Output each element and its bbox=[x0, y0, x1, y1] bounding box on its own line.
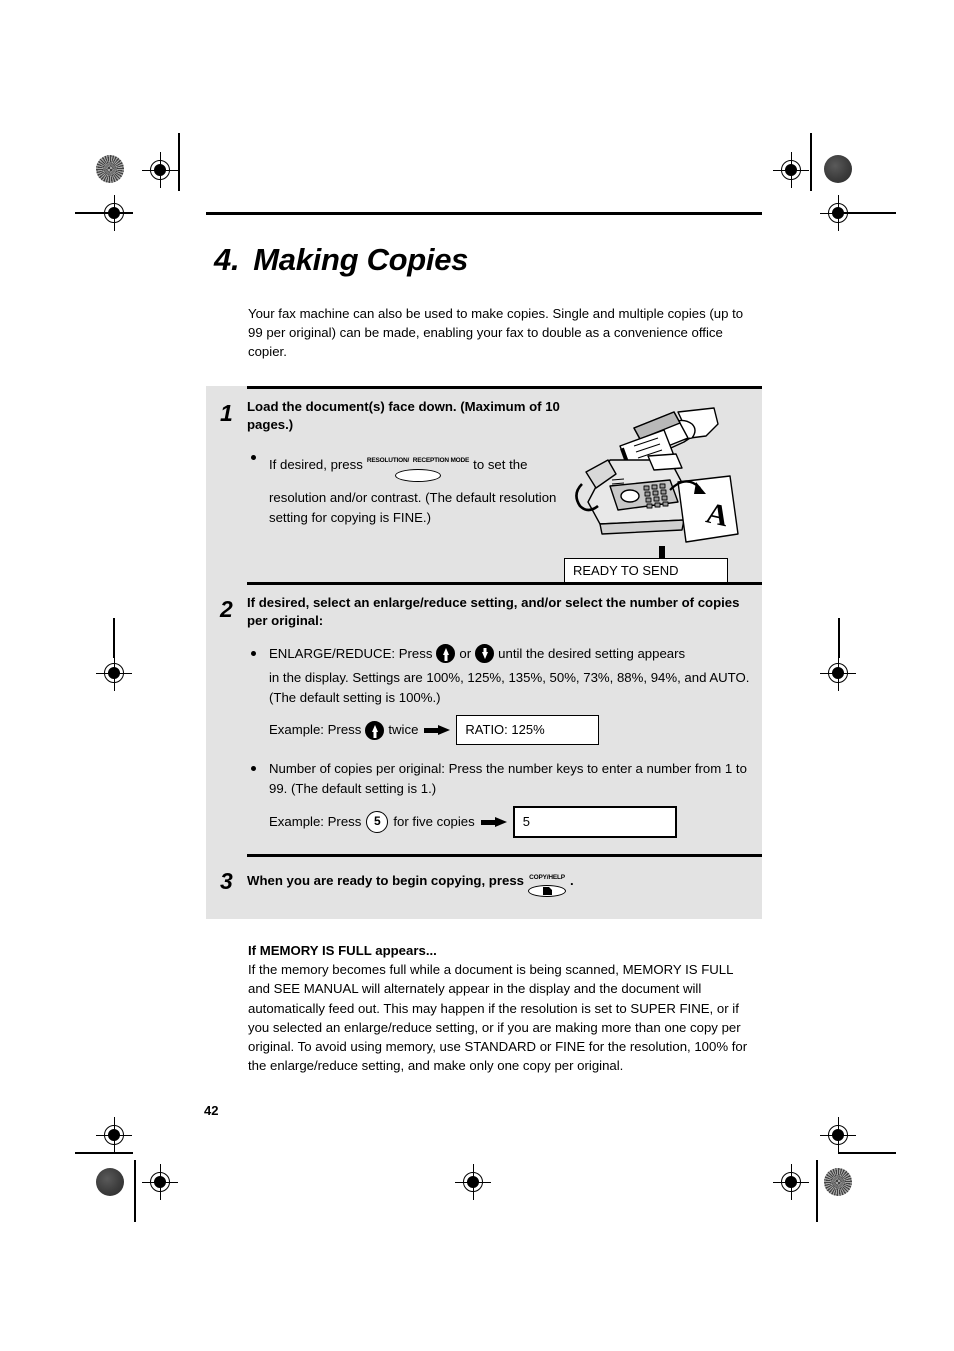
bullet-dot bbox=[251, 650, 256, 656]
halftone-circle-mark bbox=[824, 155, 852, 183]
crosshair-mark bbox=[773, 1164, 809, 1200]
header-rule bbox=[206, 212, 762, 215]
enlarge-reduce-or: or bbox=[459, 645, 472, 661]
resolution-key-label-line1: RESOLUTION/ bbox=[366, 456, 410, 464]
intro-paragraph: Your fax machine can also be used to mak… bbox=[248, 306, 744, 360]
example-copies-row: Example: Press 5 for five copies 5 bbox=[269, 806, 752, 838]
resolution-reception-mode-key[interactable]: RESOLUTION/ RECEPTION MODE bbox=[367, 448, 469, 482]
crosshair-mark bbox=[773, 152, 809, 188]
memory-full-heading: If MEMORY IS FULL appears... bbox=[248, 943, 437, 959]
arrow-right-icon bbox=[424, 724, 451, 736]
crosshair-mark bbox=[820, 1117, 856, 1153]
step-3-title-before: When you are ready to begin copying, pre… bbox=[247, 873, 524, 889]
display-ratio: RATIO: 125% bbox=[456, 715, 600, 745]
halftone-circle-mark bbox=[96, 1168, 124, 1196]
arrow-down-key[interactable] bbox=[475, 644, 495, 664]
fax-loading-illustration: A READY TO SEND bbox=[564, 394, 758, 584]
chapter-number: 4. bbox=[214, 242, 240, 277]
fax-machine-drawing: A bbox=[575, 406, 739, 580]
crosshair-mark bbox=[455, 1164, 491, 1200]
memory-full-body: If the memory becomes full while a docum… bbox=[248, 962, 748, 1073]
halftone-circle-mark bbox=[96, 155, 124, 183]
step-2-bullet-enlarge-reduce: ENLARGE/REDUCE: Press or until the desir… bbox=[247, 644, 752, 745]
chapter-title: Making Copies bbox=[253, 242, 469, 277]
trim-line bbox=[816, 1160, 818, 1222]
copy-help-key[interactable]: COPY/HELP bbox=[528, 866, 566, 898]
step-2: 2 If desired, select an enlarge/reduce s… bbox=[206, 581, 762, 854]
trim-line bbox=[75, 1152, 133, 1154]
step-3-divider bbox=[247, 853, 762, 857]
step-1-number: 1 bbox=[220, 399, 233, 426]
example-ratio-row: Example: Press twice RATIO: 125% bbox=[269, 715, 752, 745]
example1-suffix: twice bbox=[388, 722, 419, 738]
trim-line bbox=[838, 618, 840, 658]
trim-line bbox=[75, 212, 133, 214]
enlarge-reduce-text-b: until the desired setting appears bbox=[498, 645, 686, 661]
bullet-dot bbox=[251, 765, 256, 771]
step-1-bullet-after: to set the bbox=[473, 456, 528, 472]
step-1: 1 Load the document(s) face down. (Maxim… bbox=[206, 386, 762, 584]
step-1-title: Load the document(s) face down. (Maximum… bbox=[247, 398, 560, 432]
document-icon bbox=[542, 887, 552, 896]
halftone-circle-mark bbox=[824, 1168, 852, 1196]
step-1-bullet-rest: resolution and/or contrast. (The default… bbox=[269, 489, 557, 525]
step-2-number: 2 bbox=[220, 595, 233, 622]
trim-line bbox=[178, 133, 180, 191]
step-3: 3 When you are ready to begin copying, p… bbox=[206, 853, 762, 919]
copy-help-key-cap[interactable] bbox=[528, 885, 566, 898]
trim-line bbox=[810, 133, 812, 191]
crosshair-mark bbox=[142, 1164, 178, 1200]
step-1-bullet: If desired, press RESOLUTION/ RECEPTION … bbox=[247, 448, 577, 527]
resolution-key-cap[interactable] bbox=[394, 468, 441, 482]
crosshair-mark bbox=[142, 152, 178, 188]
page-title: 4. Making Copies bbox=[214, 242, 762, 277]
crosshair-mark bbox=[96, 655, 132, 691]
number-key-5[interactable]: 5 bbox=[366, 811, 389, 834]
arrow-up-key[interactable] bbox=[365, 720, 385, 740]
steps-panel: 1 Load the document(s) face down. (Maxim… bbox=[206, 385, 762, 920]
example1-prefix: Example: Press bbox=[269, 722, 362, 738]
number-of-copies-text: Number of copies per original: Press the… bbox=[269, 760, 747, 796]
example2-prefix: Example: Press bbox=[269, 814, 362, 830]
page-number: 42 bbox=[204, 1103, 219, 1118]
crosshair-mark bbox=[96, 1117, 132, 1153]
step-2-bullet-copies: Number of copies per original: Press the… bbox=[247, 759, 752, 838]
display-ready-to-send: READY TO SEND bbox=[564, 557, 728, 583]
display-copies: 5 bbox=[512, 806, 677, 838]
trim-line bbox=[113, 618, 115, 658]
crosshair-mark bbox=[820, 655, 856, 691]
arrow-right-icon bbox=[480, 816, 507, 828]
bullet-dot bbox=[251, 454, 256, 460]
step-1-bullet-before: If desired, press bbox=[269, 456, 363, 472]
trim-line bbox=[134, 1160, 136, 1222]
step-2-title: If desired, select an enlarge/reduce set… bbox=[247, 594, 740, 628]
copy-help-key-label: COPY/HELP bbox=[529, 873, 565, 881]
page-content: 4. Making Copies Your fax machine can als… bbox=[206, 212, 762, 1075]
trim-line bbox=[838, 1152, 896, 1154]
enlarge-reduce-settings-text: in the display. Settings are 100%, 125%,… bbox=[269, 669, 750, 705]
example2-suffix: for five copies bbox=[393, 814, 475, 830]
trim-line bbox=[838, 212, 896, 214]
resolution-key-label-line2: RECEPTION MODE bbox=[412, 456, 470, 464]
step-2-divider bbox=[247, 581, 762, 585]
step-3-number: 3 bbox=[220, 867, 233, 894]
arrow-up-key[interactable] bbox=[436, 644, 456, 664]
memory-full-note: If MEMORY IS FULL appears... If the memo… bbox=[248, 941, 748, 1075]
enlarge-reduce-text-a: ENLARGE/REDUCE: Press bbox=[269, 645, 433, 661]
step-3-title-after: . bbox=[570, 873, 574, 889]
step-3-title: When you are ready to begin copying, pre… bbox=[247, 866, 752, 898]
